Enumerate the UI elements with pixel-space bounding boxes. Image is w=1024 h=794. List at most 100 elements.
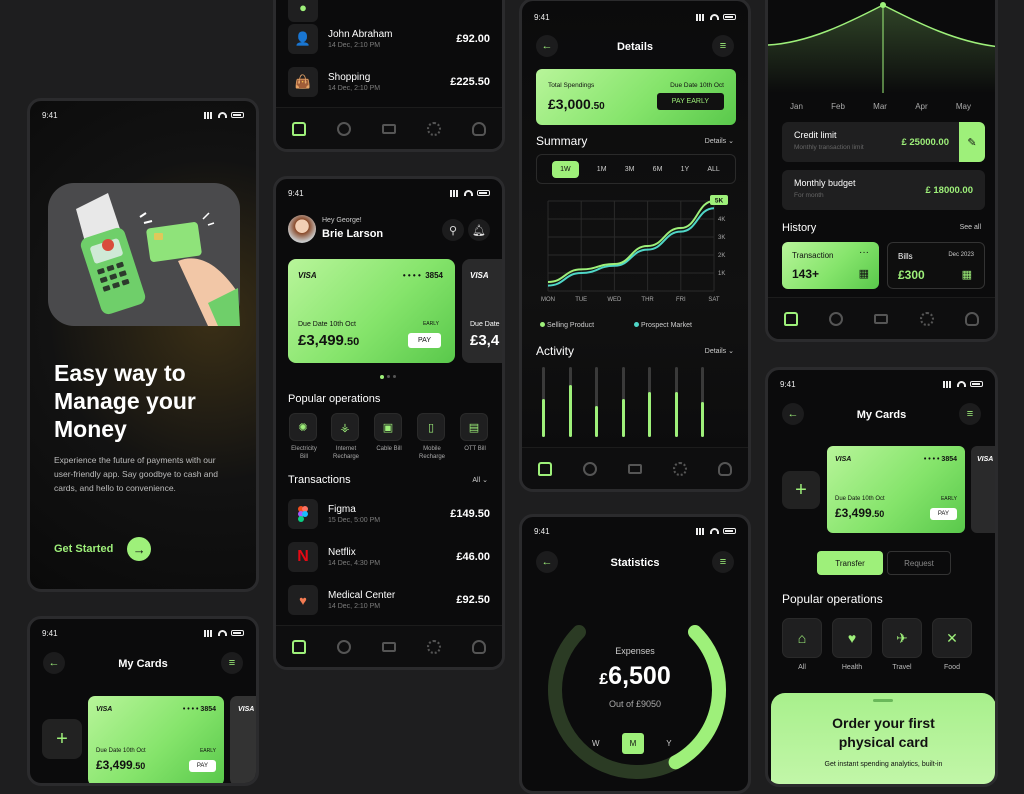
- card-icon[interactable]: [381, 641, 396, 652]
- list-item[interactable]: 👤 John Abraham 14 Dec, 2:10 PM £92.00: [288, 21, 490, 57]
- credit-card[interactable]: VISA • • • • 3854 Due Date 10th Oct EARL…: [88, 696, 224, 783]
- pay-button[interactable]: PAY: [929, 508, 957, 520]
- bulb-icon: ✺: [289, 413, 317, 441]
- card-icon[interactable]: [874, 313, 889, 324]
- menu-button[interactable]: ≡: [712, 35, 734, 57]
- tab-1w[interactable]: 1W: [552, 160, 579, 178]
- onboarding-screen: 9:41 Easy way to Manage your Money Exper…: [27, 98, 259, 592]
- pay-button[interactable]: PAY: [408, 333, 441, 348]
- bottom-nav: [522, 447, 748, 489]
- add-card-button[interactable]: +: [782, 471, 820, 509]
- credit-card-dark[interactable]: VISA: [971, 446, 995, 533]
- op-mobile[interactable]: ▯ Mobile Recharge: [417, 413, 447, 461]
- tab-3m[interactable]: 3M: [625, 166, 635, 173]
- mobile-icon: ▯: [417, 413, 445, 441]
- op-electricity[interactable]: ✺ Electricity Bill: [289, 413, 319, 461]
- details-screen: 9:41 ← Details ≡ Total Spendings Due Dat…: [519, 0, 751, 492]
- settings-icon[interactable]: [673, 461, 688, 476]
- search-icon[interactable]: [582, 461, 597, 476]
- search-icon[interactable]: [336, 639, 351, 654]
- profile-icon[interactable]: [472, 639, 487, 654]
- see-all-link[interactable]: See all: [960, 224, 981, 231]
- op-health[interactable]: ♥ Health: [832, 618, 872, 671]
- settings-icon[interactable]: [427, 121, 442, 136]
- menu-button[interactable]: ≡: [959, 403, 981, 425]
- statistics-screen: 9:41 ← Statistics ≡ Expenses £6,500 Out …: [519, 514, 751, 794]
- op-ott[interactable]: ▤ OTT Bill: [460, 413, 490, 453]
- notifications-button[interactable]: 🔔︎: [468, 219, 490, 241]
- edit-button[interactable]: ✎: [959, 122, 985, 162]
- card-icon[interactable]: [381, 123, 396, 134]
- op-all[interactable]: ⌂ All: [782, 618, 822, 671]
- x-tick-label: TUE: [575, 297, 587, 303]
- op-travel[interactable]: ✈ Travel: [882, 618, 922, 671]
- details-dropdown[interactable]: Details ⌄: [705, 137, 734, 145]
- section-title: History: [782, 222, 817, 234]
- list-item[interactable]: N Netflix 14 Dec, 4:30 PM £46.00: [288, 539, 490, 575]
- home-screen: 9:41 Hey George! Brie Larson ⚲ 🔔︎ VISA •…: [273, 176, 505, 670]
- menu-button[interactable]: ≡: [221, 652, 243, 674]
- credit-limit-card[interactable]: Credit limit Monthly transaction limit £…: [782, 122, 985, 162]
- op-food[interactable]: ✕ Food: [932, 618, 972, 671]
- plane-icon: ✈: [882, 618, 922, 658]
- settings-icon[interactable]: [427, 639, 442, 654]
- gauge-amount: £6,500: [599, 662, 671, 690]
- list-item[interactable]: 👜 Shopping 14 Dec, 2:10 PM £225.50: [288, 64, 490, 100]
- credit-card[interactable]: VISA • • • • 3854 Due Date 10th Oct EARL…: [288, 259, 455, 363]
- list-item[interactable]: ♥ Medical Center 14 Dec, 2:10 PM £92.50: [288, 582, 490, 618]
- home-icon[interactable]: [291, 639, 306, 654]
- add-card-button[interactable]: +: [42, 719, 82, 759]
- tab-week[interactable]: W: [592, 739, 600, 748]
- transaction-summary-card[interactable]: Transaction ··· 143+ ▦: [782, 242, 879, 289]
- profile-icon[interactable]: [965, 311, 980, 326]
- request-button[interactable]: Request: [887, 551, 951, 575]
- list-item[interactable]: Figma 15 Dec, 5:00 PM £149.50: [288, 496, 490, 532]
- tab-month[interactable]: M: [621, 733, 645, 754]
- pay-early-button[interactable]: PAY EARLY: [656, 93, 724, 110]
- profile-icon[interactable]: [718, 461, 733, 476]
- home-icon[interactable]: [291, 121, 306, 136]
- op-internet[interactable]: ⚶ Internet Recharge: [331, 413, 361, 461]
- profile-icon[interactable]: [472, 121, 487, 136]
- activity-bar: [595, 405, 598, 437]
- x-tick-label: THR: [641, 297, 654, 303]
- x-tick-label: SAT: [708, 297, 720, 303]
- menu-button[interactable]: ≡: [712, 551, 734, 573]
- transfer-button[interactable]: Transfer: [817, 551, 883, 575]
- search-icon[interactable]: [336, 121, 351, 136]
- tab-6m[interactable]: 6M: [653, 166, 663, 173]
- credit-card[interactable]: VISA • • • • 3854 Due Date 10th Oct EARL…: [827, 446, 965, 533]
- search-icon[interactable]: [829, 311, 844, 326]
- wifi-icon: [218, 112, 227, 118]
- tab-year[interactable]: Y: [666, 739, 671, 748]
- tab-all[interactable]: ALL: [707, 166, 719, 173]
- more-icon[interactable]: ···: [859, 247, 869, 258]
- card-icon[interactable]: [627, 463, 642, 474]
- budget-card[interactable]: Monthly budget For month £ 18000.00: [782, 170, 985, 210]
- home-icon[interactable]: [537, 461, 552, 476]
- section-title: Summary: [536, 134, 588, 148]
- op-cable[interactable]: ▣ Cable Bill: [374, 413, 404, 453]
- order-card-sheet[interactable]: Order your first physical card Get insta…: [771, 693, 995, 784]
- status-time: 9:41: [42, 110, 58, 120]
- battery-icon: [231, 112, 244, 118]
- activity-dropdown[interactable]: Details ⌄: [705, 347, 734, 355]
- tab-1m[interactable]: 1M: [597, 166, 607, 173]
- bottom-nav: [276, 625, 502, 667]
- spending-card: Total Spendings Due Date 10th Oct £3,000…: [536, 69, 736, 125]
- arrow-right-icon: →: [127, 537, 152, 561]
- settings-icon[interactable]: [919, 311, 934, 326]
- pay-button[interactable]: PAY: [188, 760, 216, 772]
- home-icon[interactable]: [783, 311, 798, 326]
- bills-summary-card[interactable]: Bills Dec 2023 £300 ▦: [887, 242, 985, 289]
- series-line: [547, 200, 715, 283]
- legend-item: Selling Product: [540, 322, 594, 329]
- credit-card-dark[interactable]: VISA Due Date £3,4: [462, 259, 502, 363]
- tab-1y[interactable]: 1Y: [681, 166, 690, 173]
- search-button[interactable]: ⚲: [442, 219, 464, 241]
- section-title: Transactions: [288, 474, 351, 486]
- get-started-button[interactable]: Get Started →: [54, 537, 152, 561]
- chevron-down-icon: ⌄: [728, 138, 734, 145]
- filter-dropdown[interactable]: All ⌄: [472, 476, 488, 484]
- avatar[interactable]: [288, 215, 316, 243]
